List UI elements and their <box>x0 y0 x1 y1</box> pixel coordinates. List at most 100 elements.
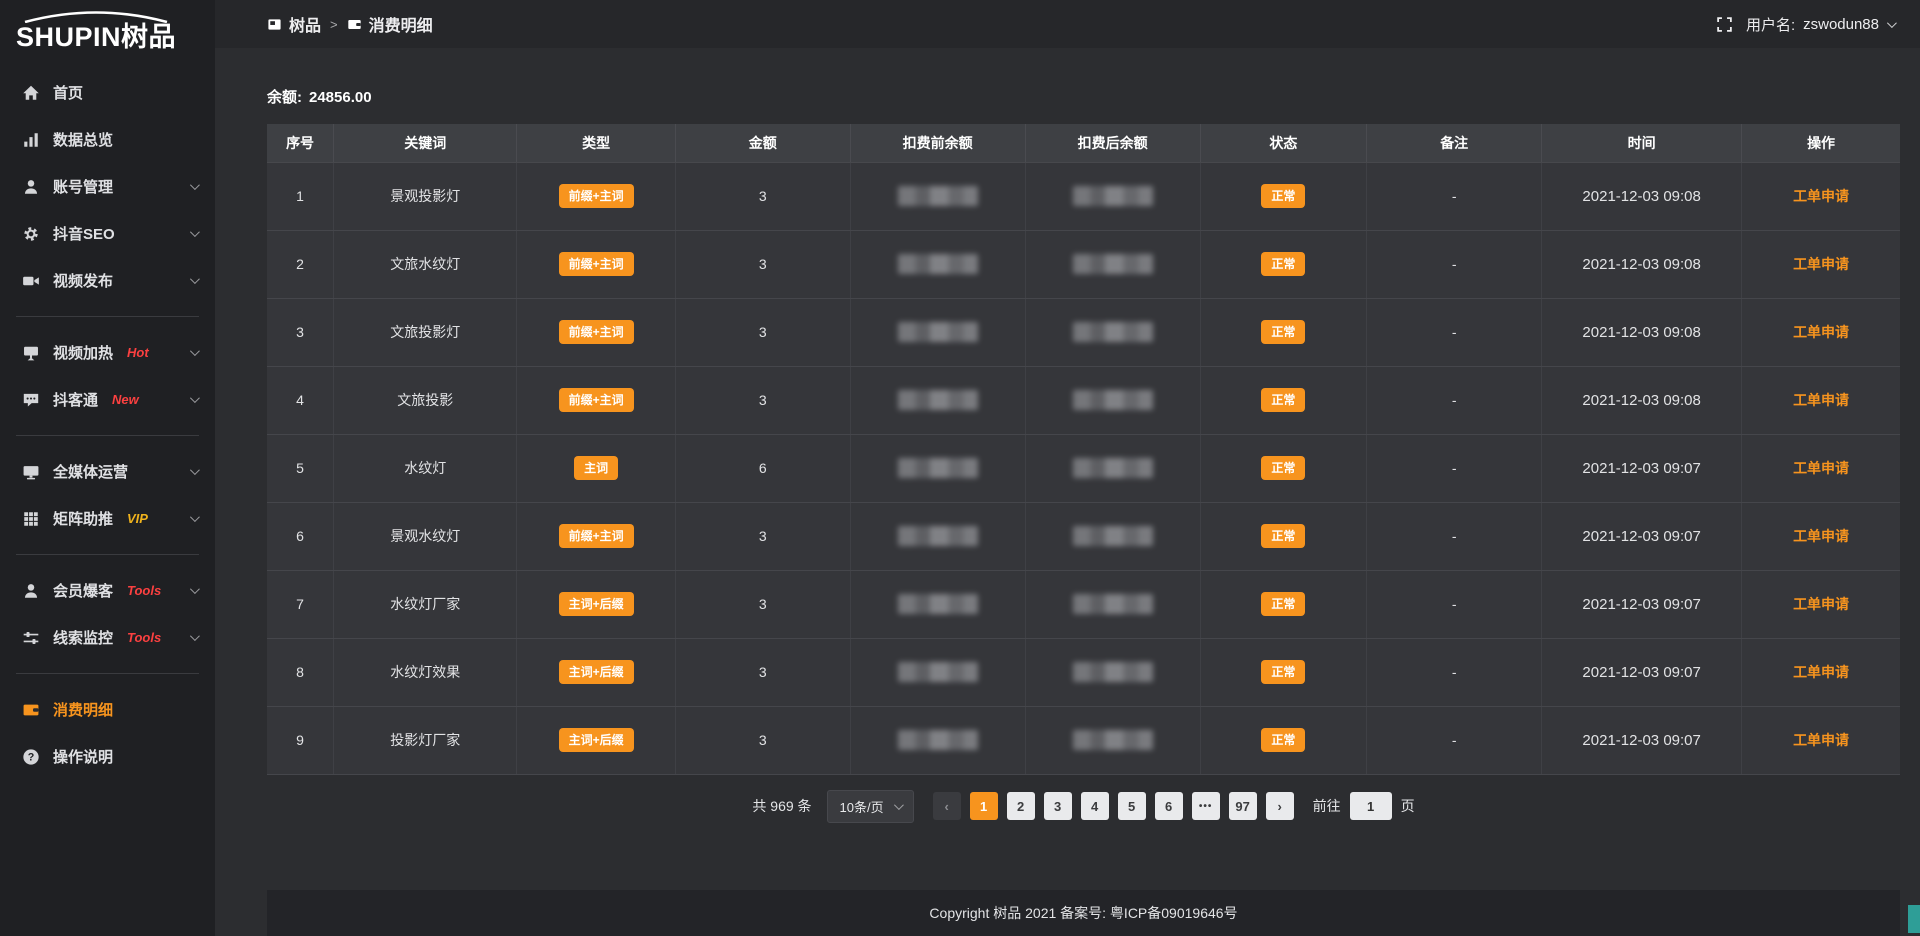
sidebar-item[interactable]: 消费明细 <box>0 686 215 733</box>
wallet-icon <box>22 701 40 719</box>
work-order-link[interactable]: 工单申请 <box>1793 188 1849 204</box>
type-badge: 前缀+主词 <box>559 524 634 548</box>
cell-remark: - <box>1367 366 1542 434</box>
app-root: SHUPIN树品 首页数据总览账号管理抖音SEO视频发布视频加热Hot抖客通Ne… <box>0 0 1920 936</box>
breadcrumb-root-label: 树品 <box>289 12 321 36</box>
sidebar-item[interactable]: 数据总览 <box>0 116 215 163</box>
cell-time: 2021-12-03 09:07 <box>1542 570 1742 638</box>
breadcrumb: 树品 > 消费明细 <box>267 12 433 36</box>
sidebar-item-tag: Tools <box>127 583 161 598</box>
cell-index: 4 <box>267 366 334 434</box>
status-badge: 正常 <box>1261 456 1305 480</box>
cell-amount: 3 <box>675 502 850 570</box>
type-badge: 前缀+主词 <box>559 320 634 344</box>
work-order-link[interactable]: 工单申请 <box>1793 324 1849 340</box>
status-badge: 正常 <box>1261 592 1305 616</box>
masked-balance-after <box>1073 186 1153 206</box>
work-order-link[interactable]: 工单申请 <box>1793 392 1849 408</box>
work-order-link[interactable]: 工单申请 <box>1793 664 1849 680</box>
masked-balance-before <box>898 186 978 206</box>
cell-time: 2021-12-03 09:07 <box>1542 706 1742 774</box>
goto-page-input[interactable] <box>1350 792 1392 820</box>
page-button[interactable]: 3 <box>1044 792 1072 820</box>
table-row: 3文旅投影灯前缀+主词3正常-2021-12-03 09:08工单申请 <box>267 298 1900 366</box>
masked-balance-before <box>898 390 978 410</box>
table-row: 8水纹灯效果主词+后缀3正常-2021-12-03 09:07工单申请 <box>267 638 1900 706</box>
sidebar-item[interactable]: ?操作说明 <box>0 733 215 780</box>
page-button[interactable]: 2 <box>1007 792 1035 820</box>
page-ellipsis-button[interactable]: ••• <box>1192 792 1220 820</box>
work-order-link[interactable]: 工单申请 <box>1793 460 1849 476</box>
breadcrumb-current-label: 消费明细 <box>369 12 433 36</box>
sidebar-item[interactable]: 全媒体运营 <box>0 448 215 495</box>
page-button[interactable]: 97 <box>1229 792 1257 820</box>
cell-keyword: 景观水纹灯 <box>334 502 517 570</box>
sidebar-nav: 首页数据总览账号管理抖音SEO视频发布视频加热Hot抖客通New全媒体运营矩阵助… <box>0 69 215 780</box>
sidebar-item[interactable]: 矩阵助推VIP <box>0 495 215 542</box>
cell-time: 2021-12-03 09:07 <box>1542 434 1742 502</box>
masked-balance-before <box>898 594 978 614</box>
cell-amount: 3 <box>675 706 850 774</box>
breadcrumb-current[interactable]: 消费明细 <box>347 12 433 36</box>
balance-label: 余额: <box>267 89 302 106</box>
sidebar-item-label: 消费明细 <box>53 699 113 720</box>
work-order-link[interactable]: 工单申请 <box>1793 528 1849 544</box>
prev-page-button[interactable]: ‹ <box>933 792 961 820</box>
page-button[interactable]: 4 <box>1081 792 1109 820</box>
masked-balance-before <box>898 662 978 682</box>
cell-index: 9 <box>267 706 334 774</box>
sidebar-item[interactable]: 会员爆客 Tools <box>0 567 215 614</box>
sidebar-item[interactable]: 首页 <box>0 69 215 116</box>
sidebar-item-label: 操作说明 <box>53 746 113 767</box>
main-column: 树品 > 消费明细 用户名: zswodun88 <box>215 0 1920 936</box>
page-size-value: 10条/页 <box>840 797 884 816</box>
table-row: 5水纹灯主词6正常-2021-12-03 09:07工单申请 <box>267 434 1900 502</box>
sidebar-item-label: 会员爆客 <box>53 580 113 601</box>
sidebar-item[interactable]: 抖音SEO <box>0 210 215 257</box>
chat-widget[interactable] <box>1908 905 1920 933</box>
cell-remark: - <box>1367 230 1542 298</box>
copyright-text: Copyright 树品 2021 备案号: 粤ICP备09019646号 <box>929 903 1237 923</box>
chevron-down-icon <box>190 631 200 641</box>
cell-remark: - <box>1367 570 1542 638</box>
masked-balance-after <box>1073 254 1153 274</box>
breadcrumb-root[interactable]: 树品 <box>267 12 321 36</box>
cell-keyword: 水纹灯厂家 <box>334 570 517 638</box>
page-button[interactable]: 1 <box>970 792 998 820</box>
table-header-row: 序号关键词类型金额扣费前余额扣费后余额状态备注时间操作 <box>267 124 1900 162</box>
sidebar-item[interactable]: 抖客通New <box>0 376 215 423</box>
sidebar-item-label: 账号管理 <box>53 176 113 197</box>
cell-amount: 6 <box>675 434 850 502</box>
page-button[interactable]: 5 <box>1118 792 1146 820</box>
user-dropdown[interactable]: 用户名: zswodun88 <box>1746 14 1894 35</box>
status-badge: 正常 <box>1261 660 1305 684</box>
grid-icon <box>22 510 40 528</box>
page-button[interactable]: 6 <box>1155 792 1183 820</box>
pagination: 共 969 条10条/页‹123456•••97›前往页 <box>267 790 1900 823</box>
consumption-table: 序号关键词类型金额扣费前余额扣费后余额状态备注时间操作 1景观投影灯前缀+主词3… <box>267 124 1900 775</box>
logo: SHUPIN树品 <box>0 0 215 55</box>
page-size-select[interactable]: 10条/页 <box>827 790 914 823</box>
sidebar-item[interactable]: 线索监控Tools <box>0 614 215 661</box>
work-order-link[interactable]: 工单申请 <box>1793 596 1849 612</box>
cell-time: 2021-12-03 09:08 <box>1542 162 1742 230</box>
type-badge: 主词+后缀 <box>559 660 634 684</box>
next-page-button[interactable]: › <box>1266 792 1294 820</box>
fullscreen-icon[interactable] <box>1716 16 1733 33</box>
sidebar-item[interactable]: 视频加热Hot <box>0 329 215 376</box>
footer: Copyright 树品 2021 备案号: 粤ICP备09019646号 <box>267 890 1900 936</box>
balance: 余额:24856.00 <box>267 86 1900 107</box>
work-order-link[interactable]: 工单申请 <box>1793 732 1849 748</box>
cell-time: 2021-12-03 09:08 <box>1542 298 1742 366</box>
sidebar-item[interactable]: 视频发布 <box>0 257 215 304</box>
cell-index: 2 <box>267 230 334 298</box>
masked-balance-after <box>1073 594 1153 614</box>
sidebar-item[interactable]: 账号管理 <box>0 163 215 210</box>
work-order-link[interactable]: 工单申请 <box>1793 256 1849 272</box>
chevron-down-icon <box>894 800 904 810</box>
cell-keyword: 景观投影灯 <box>334 162 517 230</box>
monitor-icon <box>22 463 40 481</box>
cell-remark: - <box>1367 162 1542 230</box>
cell-keyword: 水纹灯 <box>334 434 517 502</box>
sidebar-item-label: 矩阵助推 <box>53 508 113 529</box>
